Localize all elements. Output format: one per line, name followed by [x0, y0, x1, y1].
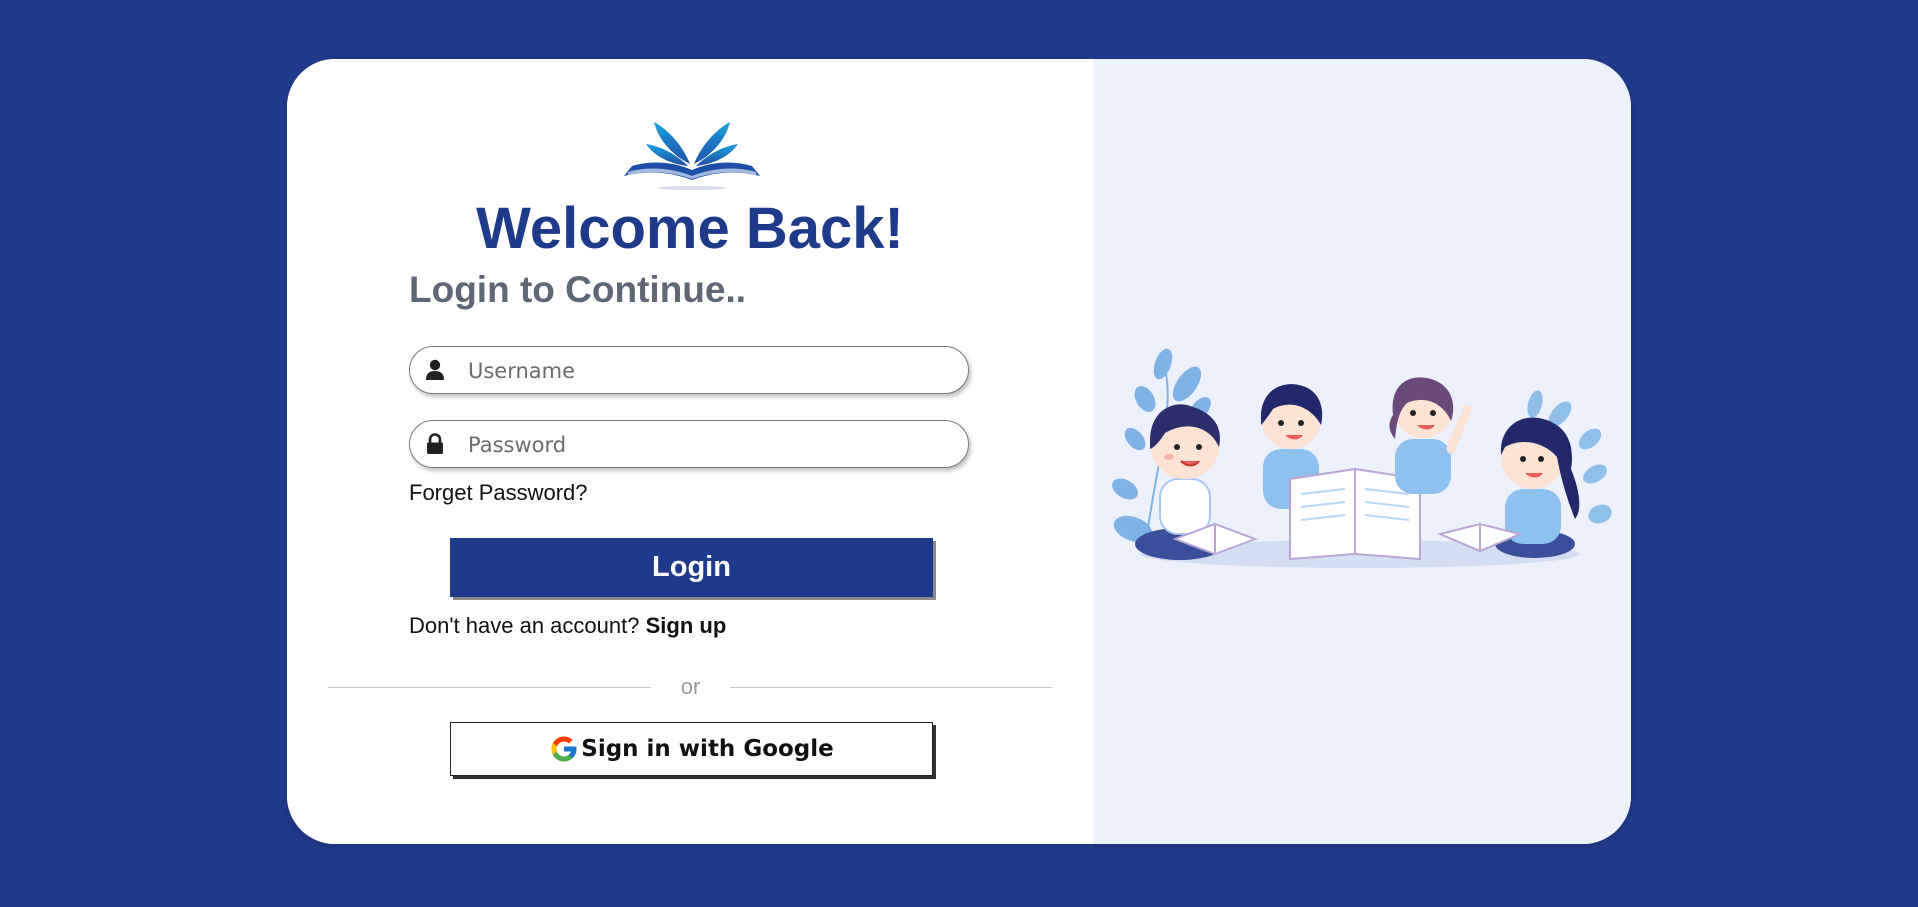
username-field[interactable] [409, 346, 969, 395]
login-panel: Welcome Back! Login to Continue.. Forget… [287, 59, 1093, 844]
page-subtitle: Login to Continue.. [409, 269, 747, 310]
password-field[interactable] [409, 420, 969, 469]
children-reading-illustration-icon [1112, 348, 1612, 568]
username-input[interactable] [466, 347, 950, 395]
password-input[interactable] [466, 421, 950, 469]
divider-line-left [328, 687, 651, 688]
login-button[interactable]: Login [450, 538, 933, 597]
signup-prompt: Don't have an account? Sign up [409, 612, 726, 640]
login-card: Welcome Back! Login to Continue.. Forget… [287, 59, 1631, 844]
lock-icon [427, 433, 443, 454]
signup-link[interactable]: Sign up [646, 613, 727, 638]
google-signin-label: Sign in with Google [581, 736, 834, 762]
divider-line-right [730, 687, 1052, 688]
forgot-password-link[interactable]: Forget Password? [409, 479, 588, 507]
illustration-panel [1093, 59, 1631, 844]
google-g-icon [551, 736, 577, 762]
google-signin-button[interactable]: Sign in with Google [450, 722, 933, 776]
user-icon [426, 359, 444, 380]
open-book-logo-icon [624, 122, 760, 190]
page-title: Welcome Back! [476, 196, 904, 261]
signup-prompt-text: Don't have an account? [409, 613, 640, 638]
divider-text: or [680, 674, 701, 699]
